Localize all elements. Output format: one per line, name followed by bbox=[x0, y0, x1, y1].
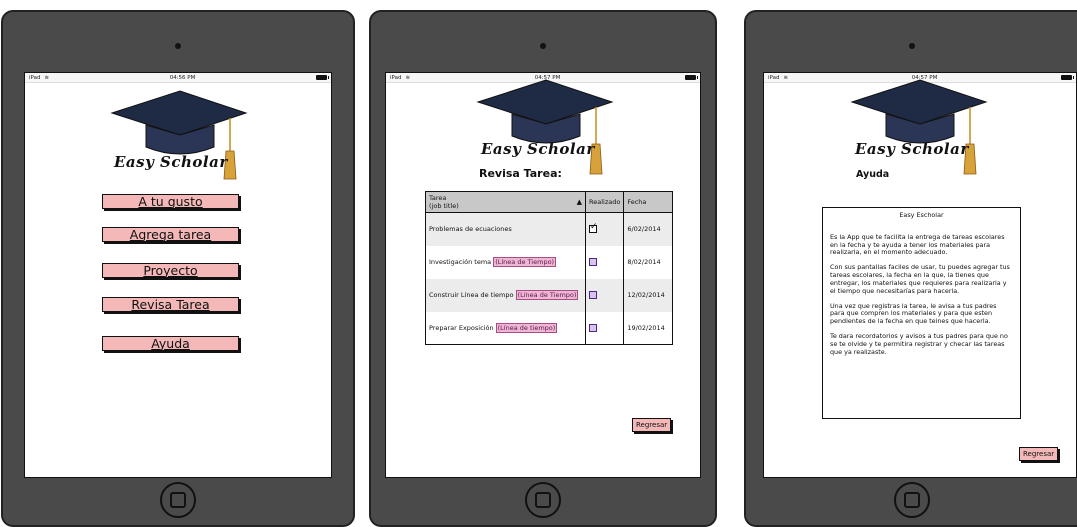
tablet-tasks: iPad ≋ 04:57 PM Easy Scholar Revisa Tarea… bbox=[369, 10, 717, 527]
done-cell bbox=[585, 278, 625, 312]
tablet-help: iPad ≋ 04:57 PM Easy Scholar Ayuda Easy E… bbox=[744, 10, 1077, 527]
date-cell: 19/02/2014 bbox=[627, 323, 665, 332]
help-paragraph: Con sus pantallas faciles de usar, tu pu… bbox=[830, 263, 1010, 295]
wifi-icon: ≋ bbox=[44, 74, 50, 81]
done-checkbox[interactable] bbox=[589, 222, 598, 234]
device-label: iPad bbox=[29, 74, 41, 81]
help-paragraph: Te dara recordatorios y avisos a tus pad… bbox=[830, 331, 1008, 356]
screen-help: iPad ≋ 04:57 PM Easy Scholar Ayuda Easy E… bbox=[763, 72, 1077, 478]
date-cell: 12/02/2014 bbox=[623, 278, 673, 312]
battery-icon bbox=[316, 75, 329, 80]
camera bbox=[540, 43, 546, 49]
task-name: Preparar Exposición bbox=[429, 323, 494, 332]
help-paragraph: Una vez que registras la tarea, le avisa… bbox=[830, 301, 997, 326]
done-checkbox[interactable] bbox=[589, 323, 597, 332]
task-cell: Problemas de ecuaciones bbox=[425, 212, 586, 246]
screen-tasks: iPad ≋ 04:57 PM Easy Scholar Revisa Tarea… bbox=[385, 72, 701, 478]
table-row[interactable]: Construir Línea de tiempo (Línea de Tiem… bbox=[425, 278, 673, 312]
camera bbox=[908, 43, 915, 49]
table-row[interactable]: Investigación tema (Línea de Tiempo) 8/0… bbox=[425, 245, 673, 279]
device-label: iPad bbox=[768, 74, 780, 81]
task-name: Problemas de ecuaciones bbox=[429, 225, 512, 234]
home-button[interactable] bbox=[160, 482, 196, 518]
date-cell: 6/02/2014 bbox=[623, 212, 673, 246]
header-task-label: Tarea bbox=[429, 194, 447, 202]
table-row[interactable]: Problemas de ecuaciones 6/02/2014 bbox=[425, 212, 673, 246]
timeline-link[interactable]: (Línea de tiempo) bbox=[495, 322, 558, 333]
home-button[interactable] bbox=[893, 482, 930, 518]
task-cell: Preparar Exposición (Línea de tiempo) bbox=[425, 311, 586, 345]
back-button[interactable]: Regresar bbox=[632, 418, 672, 432]
table-row[interactable]: Preparar Exposición (Línea de tiempo) 19… bbox=[425, 311, 673, 345]
back-button[interactable]: Regresar bbox=[1019, 447, 1059, 461]
screen-menu: iPad ≋ 04:56 PM Easy Scholar A tu gusto A… bbox=[24, 72, 332, 478]
timeline-link[interactable]: (Línea de Tiempo) bbox=[515, 290, 579, 300]
tablet-menu: iPad ≋ 04:56 PM Easy Scholar A tu gusto A… bbox=[1, 10, 355, 527]
help-title: Easy Escholar bbox=[899, 211, 944, 219]
done-checkbox[interactable] bbox=[589, 291, 597, 299]
wifi-icon: ≋ bbox=[405, 74, 411, 81]
page-title: Ayuda bbox=[856, 169, 890, 180]
task-cell: Investigación tema (Línea de Tiempo) bbox=[425, 245, 586, 279]
app-logo-text: Easy Scholar bbox=[114, 153, 228, 171]
date-cell: 8/02/2014 bbox=[627, 258, 661, 266]
done-cell bbox=[585, 245, 625, 279]
menu-button-agrega-tarea[interactable]: Agrega tarea bbox=[102, 227, 239, 242]
column-header-task[interactable]: ▲ Tarea (job title) bbox=[425, 191, 586, 213]
status-bar: iPad ≋ 04:56 PM bbox=[25, 73, 331, 83]
timeline-link[interactable]: (Línea de Tiempo) bbox=[493, 257, 557, 267]
menu-button-revisa-tarea[interactable]: Revisa Tarea bbox=[102, 297, 239, 312]
home-button[interactable] bbox=[525, 482, 561, 518]
app-logo-text: Easy Scholar bbox=[855, 140, 969, 158]
done-cell bbox=[585, 212, 625, 246]
device-label: iPad bbox=[390, 74, 402, 81]
column-header-done[interactable]: Realizado bbox=[585, 191, 625, 213]
column-header-date[interactable]: Fecha bbox=[623, 191, 673, 213]
menu-button-ayuda[interactable]: Ayuda bbox=[102, 336, 239, 351]
menu-button-a-tu-gusto[interactable]: A tu gusto bbox=[102, 194, 239, 209]
header-task-sublabel: (job title) bbox=[429, 202, 459, 210]
help-panel: Easy Escholar Es la App que te facilita … bbox=[822, 207, 1021, 419]
graduation-cap-icon bbox=[850, 79, 988, 175]
page-title: Revisa Tarea: bbox=[479, 167, 562, 180]
sort-arrow-icon[interactable]: ▲ bbox=[577, 198, 582, 206]
task-cell: Construir Línea de tiempo (Línea de Tiem… bbox=[425, 278, 586, 312]
camera bbox=[175, 43, 181, 49]
wifi-icon: ≋ bbox=[783, 74, 789, 81]
graduation-cap-icon bbox=[476, 79, 614, 175]
task-name: Construir Línea de tiempo bbox=[429, 291, 514, 299]
app-logo-text: Easy Scholar bbox=[481, 140, 595, 158]
menu-button-proyecto[interactable]: Proyecto bbox=[102, 263, 239, 278]
task-name: Investigación tema bbox=[429, 258, 492, 266]
done-checkbox[interactable] bbox=[589, 258, 597, 266]
task-table: ▲ Tarea (job title) Realizado Fecha Prob… bbox=[425, 191, 673, 345]
help-paragraph: Es la App que te facilita la entrega de … bbox=[830, 232, 1005, 257]
battery-icon bbox=[1061, 75, 1074, 80]
done-cell bbox=[585, 311, 625, 345]
clock: 04:56 PM bbox=[169, 74, 196, 81]
battery-icon bbox=[685, 75, 698, 80]
